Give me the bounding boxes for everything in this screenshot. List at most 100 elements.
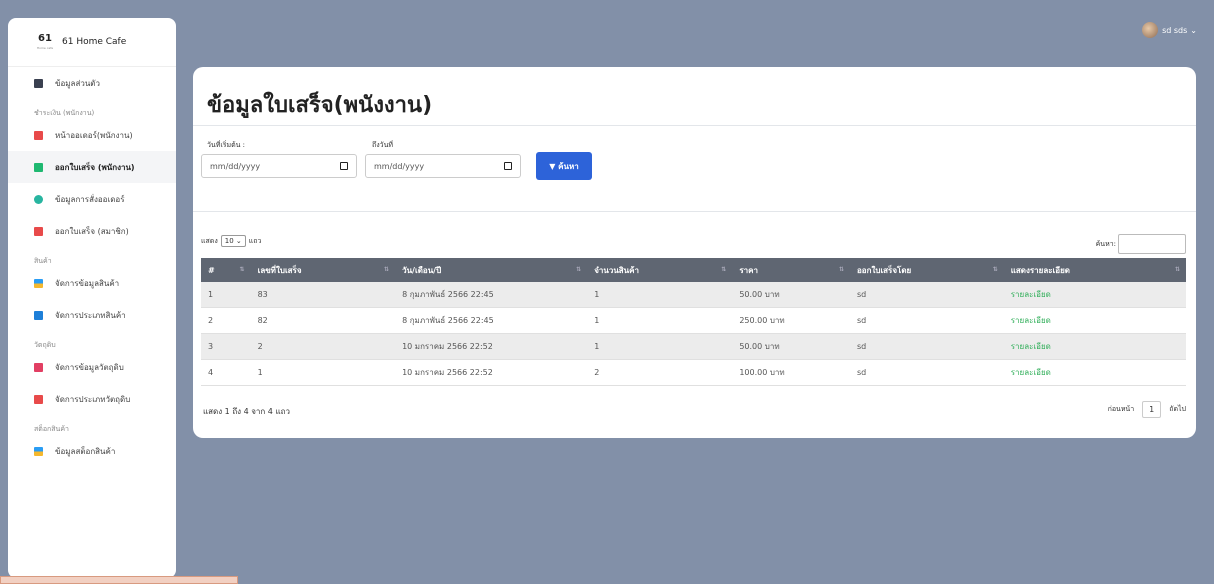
- column-header-label: เลขที่ใบเสร็จ: [257, 265, 302, 275]
- start-date-input[interactable]: mm/dd/yyyy: [201, 154, 357, 178]
- page-length: แสดง 10 ⌄ แถว: [201, 235, 261, 247]
- table-row: 4 1 10 มกราคม 2566 22:52 2 100.00 บาท sd รายละ…: [201, 359, 1186, 386]
- column-header[interactable]: แสดงรายละเอียด ⇅: [1003, 258, 1186, 282]
- details-link[interactable]: รายละเอียด: [1003, 307, 1186, 334]
- search-button[interactable]: ▼ ค้นหา: [536, 152, 592, 180]
- sidebar-item[interactable]: ข้อมูลส่วนตัว: [8, 67, 176, 99]
- sidebar-item[interactable]: จัดการข้อมูลวัตถุดิบ: [8, 351, 176, 383]
- start-date-placeholder: mm/dd/yyyy: [210, 161, 261, 171]
- column-header-label: ออกใบเสร็จโดย: [857, 265, 912, 275]
- end-date-label: ถึงวันที่: [372, 141, 393, 149]
- brand-logo: 61 Home cafe: [36, 32, 54, 50]
- length-suffix: แถว: [248, 236, 262, 245]
- sort-icon: ⇅: [838, 266, 844, 273]
- table-search: ค้นหา:: [1096, 234, 1186, 254]
- sidebar-item[interactable]: ออกใบเสร็จ (สมาชิก): [8, 215, 176, 247]
- table-cell: 10 มกราคม 2566 22:52: [395, 333, 588, 360]
- pagination: ก่อนหน้า 1 ถัดไป: [1108, 401, 1186, 418]
- table-info: แสดง 1 ถึง 4 จาก 4 แถว: [203, 407, 290, 416]
- cubes-icon: [34, 278, 43, 288]
- sort-icon: ⇅: [384, 266, 390, 273]
- column-header[interactable]: เลขที่ใบเสร็จ ⇅: [250, 258, 396, 282]
- users-icon: [34, 194, 43, 204]
- sidebar-section-heading: ชำระเงิน (พนักงาน): [34, 109, 95, 117]
- next-page[interactable]: ถัดไป: [1169, 404, 1186, 415]
- calendar-icon[interactable]: [340, 162, 348, 170]
- sidebar-item[interactable]: ข้อมูลการสั่งออเดอร์: [8, 183, 176, 215]
- user-menu[interactable]: sd sds ⌄: [1142, 22, 1197, 38]
- page-number[interactable]: 1: [1142, 401, 1162, 418]
- prev-page[interactable]: ก่อนหน้า: [1108, 404, 1135, 415]
- cubes-icon: [34, 446, 43, 456]
- table-body: 1 83 8 กุมภาพันธ์ 2566 22:45 1 50.00 บาท sd รา…: [201, 282, 1186, 386]
- table-row: 1 83 8 กุมภาพันธ์ 2566 22:45 1 50.00 บาท sd รา…: [201, 282, 1186, 308]
- column-header[interactable]: ราคา ⇅: [732, 258, 850, 282]
- table-cell: 1: [201, 282, 251, 308]
- page-length-select[interactable]: 10 ⌄: [220, 235, 246, 247]
- status-bar: [0, 576, 238, 584]
- sort-icon: ⇅: [992, 266, 998, 273]
- book-icon: [34, 394, 43, 404]
- sidebar-item-label: หน้าออเดอร์(พนักงาน): [55, 130, 133, 140]
- table-controls: แสดง 10 ⌄ แถว ค้นหา:: [193, 212, 1196, 258]
- page-title: ข้อมูลใบเสร็จ(พนังงาน): [207, 93, 433, 118]
- column-header[interactable]: วัน/เดือน/ปี ⇅: [395, 258, 588, 282]
- table-cell: 82: [250, 307, 396, 334]
- sidebar-item-label: จัดการข้อมูลสินค้า: [55, 278, 120, 288]
- column-header-label: จำนวนสินค้า: [594, 265, 639, 275]
- sidebar-item[interactable]: ข้อมูลสต็อกสินค้า: [8, 435, 176, 467]
- table-cell: 3: [201, 333, 251, 360]
- receipt-table: # ⇅ เลขที่ใบเสร็จ ⇅ วัน/เดือน/ปี ⇅ จำนวนสินค้า…: [201, 258, 1186, 386]
- sidebar-item-label: จัดการข้อมูลวัตถุดิบ: [55, 362, 124, 372]
- brand[interactable]: 61 Home cafe 61 Home Cafe: [8, 18, 176, 67]
- table-cell: 50.00 บาท: [732, 282, 850, 308]
- receipt-card: ข้อมูลใบเสร็จ(พนังงาน) วันที่เริ่มต้น : …: [193, 67, 1196, 438]
- sidebar-item[interactable]: จัดการประเภทวัตถุดิบ: [8, 383, 176, 415]
- table-cell: 2: [587, 359, 733, 386]
- details-link[interactable]: รายละเอียด: [1003, 359, 1186, 386]
- sidebar-item-label: ออกใบเสร็จ (สมาชิก): [55, 226, 129, 236]
- table-cell: 1: [587, 333, 733, 360]
- table-cell: sd: [850, 333, 1004, 360]
- table-cell: 8 กุมภาพันธ์ 2566 22:45: [395, 307, 588, 334]
- table-cell: sd: [850, 359, 1004, 386]
- table-cell: 1: [587, 282, 733, 308]
- start-date-label: วันที่เริ่มต้น :: [207, 141, 246, 149]
- box-icon: [34, 362, 43, 372]
- table-cell: sd: [850, 307, 1004, 334]
- chevron-down-icon: ⌄: [1190, 25, 1197, 35]
- table-cell: 83: [250, 282, 396, 308]
- end-date-input[interactable]: mm/dd/yyyy: [365, 154, 521, 178]
- table-cell: 250.00 บาท: [732, 307, 850, 334]
- filter-section: วันที่เริ่มต้น : ถึงวันที่ mm/dd/yyyy mm…: [193, 126, 1196, 211]
- sidebar-item[interactable]: หน้าออเดอร์(พนักงาน): [8, 119, 176, 151]
- id-card-icon: [34, 78, 43, 88]
- table-cell: 50.00 บาท: [732, 333, 850, 360]
- calendar-icon[interactable]: [504, 162, 512, 170]
- table-header-row: # ⇅ เลขที่ใบเสร็จ ⇅ วัน/เดือน/ปี ⇅ จำนวนสินค้า…: [201, 258, 1186, 282]
- sidebar-section-heading: สินค้า: [34, 257, 52, 265]
- table-cell: 100.00 บาท: [732, 359, 850, 386]
- column-header[interactable]: # ⇅: [201, 258, 251, 282]
- sidebar-item-label: ออกใบเสร็จ (พนักงาน): [55, 162, 135, 172]
- sidebar-item-label: จัดการประเภทสินค้า: [55, 310, 126, 320]
- column-header[interactable]: จำนวนสินค้า ⇅: [587, 258, 733, 282]
- column-header-label: #: [208, 265, 215, 275]
- details-link[interactable]: รายละเอียด: [1003, 282, 1186, 308]
- column-header[interactable]: ออกใบเสร็จโดย ⇅: [850, 258, 1004, 282]
- table-row: 3 2 10 มกราคม 2566 22:52 1 50.00 บาท sd รายละเ…: [201, 333, 1186, 360]
- sidebar: 61 Home cafe 61 Home Cafe ข้อมูลส่วนตัวชำ…: [8, 18, 176, 578]
- sort-icon: ⇅: [576, 266, 582, 273]
- sidebar-item[interactable]: ออกใบเสร็จ (พนักงาน): [8, 151, 176, 183]
- length-prefix: แสดง: [201, 236, 218, 245]
- table-cell: 1: [250, 359, 396, 386]
- sidebar-item[interactable]: จัดการข้อมูลสินค้า: [8, 267, 176, 299]
- sidebar-item[interactable]: จัดการประเภทสินค้า: [8, 299, 176, 331]
- table-cell: 10 มกราคม 2566 22:52: [395, 359, 588, 386]
- details-link[interactable]: รายละเอียด: [1003, 333, 1186, 360]
- book-icon: [34, 226, 43, 236]
- table-search-input[interactable]: [1118, 234, 1186, 254]
- sidebar-item-label: ข้อมูลการสั่งออเดอร์: [55, 194, 125, 204]
- filter-icon: ▼: [549, 161, 556, 171]
- sidebar-section-heading: สต็อกสินค้า: [34, 425, 69, 433]
